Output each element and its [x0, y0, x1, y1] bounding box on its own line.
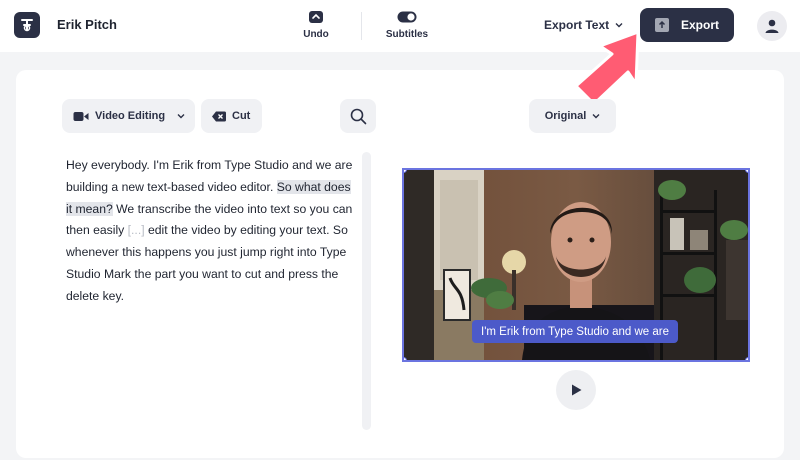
- app-logo-glyph: [21, 19, 33, 32]
- project-title[interactable]: Erik Pitch: [57, 17, 117, 32]
- original-label: Original: [544, 110, 587, 122]
- export-label: Export: [680, 18, 719, 32]
- undo-label: Undo: [303, 29, 329, 40]
- chevron-down-icon: [592, 114, 600, 119]
- subtitles-toggle-icon: [397, 10, 417, 24]
- user-avatar[interactable]: [757, 11, 787, 41]
- cut-x-icon: [212, 111, 226, 121]
- toolbar-divider: [361, 12, 362, 40]
- transcript-scrollbar[interactable]: [362, 152, 371, 430]
- undo-button[interactable]: Undo: [300, 10, 332, 40]
- search-button[interactable]: [340, 99, 376, 133]
- top-bar: Erik Pitch Undo Subtitles Export Text Ex…: [0, 0, 800, 52]
- user-icon: [765, 19, 779, 33]
- search-icon: [350, 108, 366, 124]
- resize-handle[interactable]: [745, 357, 748, 360]
- original-dropdown[interactable]: Original: [529, 99, 616, 133]
- video-camera-icon: [73, 111, 89, 121]
- play-button[interactable]: [556, 370, 596, 410]
- video-editing-label: Video Editing: [95, 110, 166, 122]
- cut-label: Cut: [232, 110, 251, 122]
- play-icon: [572, 384, 582, 396]
- resize-handle[interactable]: [745, 170, 748, 173]
- pointer-arrow: [574, 30, 640, 106]
- chevron-down-icon: [177, 114, 185, 119]
- resize-handle[interactable]: [404, 357, 407, 360]
- subtitles-toggle[interactable]: Subtitles: [384, 10, 430, 40]
- subtitle-caption[interactable]: I'm Erik from Type Studio and we are: [472, 320, 678, 343]
- undo-icon: [306, 10, 326, 24]
- transcript-text[interactable]: Hey everybody. I'm Erik from Type Studio…: [66, 155, 356, 308]
- app-logo-icon[interactable]: [14, 12, 40, 38]
- gap-marker[interactable]: [...]: [128, 223, 145, 237]
- subtitles-label: Subtitles: [385, 29, 429, 40]
- cut-button[interactable]: Cut: [201, 99, 262, 133]
- video-editing-dropdown[interactable]: Video Editing: [62, 99, 195, 133]
